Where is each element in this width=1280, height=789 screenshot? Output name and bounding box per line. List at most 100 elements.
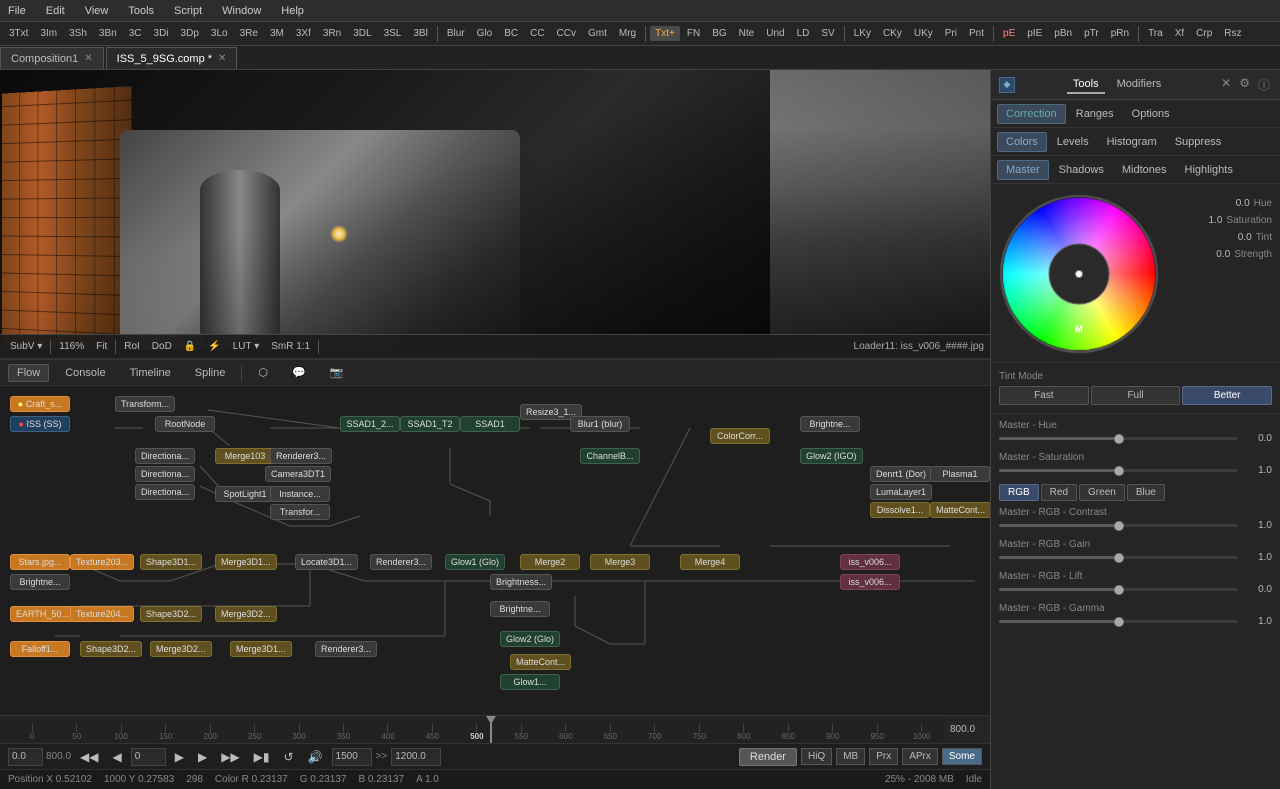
rh-close-icon[interactable]: ✕ <box>1219 74 1233 95</box>
ng-camera-btn[interactable]: 📷 <box>322 364 352 381</box>
tool-3rn[interactable]: 3Rn <box>318 26 346 41</box>
tool-bg[interactable]: BG <box>707 26 731 41</box>
tool-3re[interactable]: 3Re <box>235 26 263 41</box>
node-canvas[interactable]: ● Craft_s... ● ISS (SS) Transform... Roo… <box>0 386 990 715</box>
contrast-slider-thumb[interactable] <box>1114 521 1124 531</box>
node-directional2[interactable]: Directiona... <box>135 466 195 482</box>
pb-some-btn[interactable]: Some <box>942 748 982 765</box>
ng-share-btn[interactable]: ⬡ <box>250 364 276 381</box>
tool-mrg[interactable]: Mrg <box>614 26 641 41</box>
pb-render-btn[interactable]: Render <box>739 748 797 766</box>
menu-file[interactable]: File <box>4 3 30 19</box>
node-locate3d1[interactable]: Locate3D1... <box>295 554 358 570</box>
tool-bc[interactable]: BC <box>499 26 523 41</box>
node-renderer3b[interactable]: Renderer3... <box>370 554 432 570</box>
tab-composition1[interactable]: Composition1 ✕ <box>0 47 104 69</box>
tool-pie[interactable]: pIE <box>1022 26 1047 41</box>
node-iss[interactable]: ● ISS (SS) <box>10 416 70 432</box>
tool-und[interactable]: Und <box>761 26 789 41</box>
color-wheel[interactable]: M <box>999 194 1159 354</box>
node-stars[interactable]: Stars.jpg... <box>10 554 70 570</box>
node-brightness1[interactable]: Brightne... <box>800 416 860 432</box>
tool-prn[interactable]: pRn <box>1106 26 1134 41</box>
tool-sv[interactable]: SV <box>816 26 839 41</box>
tm-fast-btn[interactable]: Fast <box>999 386 1089 405</box>
tool-tra[interactable]: Tra <box>1143 26 1168 41</box>
cc-highlights-btn[interactable]: Highlights <box>1177 161 1241 179</box>
pb-end-btn[interactable]: ▶▮ <box>249 749 275 765</box>
tool-3bn[interactable]: 3Bn <box>94 26 122 41</box>
tool-ptr[interactable]: pTr <box>1079 26 1104 41</box>
node-merge3d1b[interactable]: Merge3D1... <box>215 554 277 570</box>
node-shape3d22[interactable]: Shape3D2... <box>80 641 142 657</box>
node-texture204[interactable]: Texture204... <box>70 606 134 622</box>
node-iss-v006b[interactable]: iss_v006... <box>840 574 900 590</box>
node-lumalayer1[interactable]: LumaLayer1 <box>870 484 932 500</box>
tool-3txt[interactable]: 3Txt <box>4 26 33 41</box>
sat-slider-thumb[interactable] <box>1114 466 1124 476</box>
tool-nte[interactable]: Nte <box>734 26 760 41</box>
gain-slider-track[interactable] <box>999 556 1238 559</box>
node-rootnode[interactable]: RootNode <box>155 416 215 432</box>
rgb-tab-btn[interactable]: RGB <box>999 484 1039 501</box>
tool-3im[interactable]: 3Im <box>35 26 62 41</box>
node-directional3[interactable]: Directiona... <box>135 484 195 500</box>
tm-better-btn[interactable]: Better <box>1182 386 1272 405</box>
tool-rsz[interactable]: Rsz <box>1219 26 1246 41</box>
cc-shadows-btn[interactable]: Shadows <box>1051 161 1112 179</box>
node-dissolve1[interactable]: Dissolve1... <box>870 502 930 518</box>
node-merge2[interactable]: Merge2 <box>520 554 580 570</box>
tm-full-btn[interactable]: Full <box>1091 386 1181 405</box>
ng-tab-flow[interactable]: Flow <box>8 364 49 382</box>
menu-tools[interactable]: Tools <box>124 3 158 19</box>
rh-gear-icon[interactable]: ⚙ <box>1237 74 1252 95</box>
pb-end2-input[interactable] <box>391 748 441 766</box>
pb-skip-fwd[interactable]: ▶▶ <box>216 749 244 765</box>
node-brightness3[interactable]: Brightne... <box>490 601 550 617</box>
tool-3sl[interactable]: 3SL <box>379 26 407 41</box>
panel-icon[interactable]: ◆ <box>999 77 1015 93</box>
node-ssad1-t2[interactable]: SSAD1_T2 <box>400 416 460 432</box>
rt-correction-btn[interactable]: Correction <box>997 104 1066 124</box>
node-texture203[interactable]: Texture203... <box>70 554 134 570</box>
node-transform1[interactable]: Transform... <box>115 396 175 412</box>
fit-btn[interactable]: Fit <box>92 340 111 353</box>
contrast-slider-track[interactable] <box>999 524 1238 527</box>
node-denrt1[interactable]: Denrt1 (Dor) <box>870 466 932 482</box>
tool-blur[interactable]: Blur <box>442 26 470 41</box>
node-shape3d2[interactable]: Shape3D2... <box>140 606 202 622</box>
tool-3bl[interactable]: 3Bl <box>408 26 432 41</box>
node-channelb[interactable]: ChannelB... <box>580 448 640 464</box>
pb-hiq-btn[interactable]: HiQ <box>801 748 832 765</box>
node-renderer3c[interactable]: Renderer3... <box>315 641 377 657</box>
roi-btn[interactable]: RoI <box>120 340 144 353</box>
ng-tab-spline[interactable]: Spline <box>187 365 234 381</box>
cc-midtones-btn[interactable]: Midtones <box>1114 161 1175 179</box>
tab-iss-close[interactable]: ✕ <box>218 53 226 64</box>
tool-3sh[interactable]: 3Sh <box>64 26 92 41</box>
node-merge4[interactable]: Merge4 <box>680 554 740 570</box>
rh-tab-modifiers[interactable]: Modifiers <box>1111 76 1168 94</box>
tool-pnt[interactable]: Pnt <box>964 26 989 41</box>
zoom-btn[interactable]: 116% <box>55 340 88 353</box>
pb-mb-btn[interactable]: MB <box>836 748 865 765</box>
pb-play[interactable]: ▶ <box>170 749 189 765</box>
tool-3c[interactable]: 3C <box>124 26 147 41</box>
pb-aprx-btn[interactable]: APrx <box>902 748 938 765</box>
blue-tab-btn[interactable]: Blue <box>1127 484 1165 501</box>
node-glow2-igo[interactable]: Glow2 (IGO) <box>800 448 863 464</box>
pb-audio[interactable]: 🔊 <box>303 749 328 765</box>
hue-slider-thumb[interactable] <box>1114 434 1124 444</box>
tool-3lo[interactable]: 3Lo <box>206 26 233 41</box>
tool-pe[interactable]: pE <box>998 26 1020 41</box>
node-craft[interactable]: ● Craft_s... <box>10 396 70 412</box>
dod-btn[interactable]: DoD <box>148 340 176 353</box>
tool-fn[interactable]: FN <box>682 26 705 41</box>
node-instance[interactable]: Instance... <box>270 486 330 502</box>
node-camera3dt1[interactable]: Camera3DT1 <box>265 466 331 482</box>
node-renderer3a[interactable]: Renderer3... <box>270 448 332 464</box>
rt-ranges-btn[interactable]: Ranges <box>1068 105 1122 123</box>
pb-prx-btn[interactable]: Prx <box>869 748 898 765</box>
ng-tab-console[interactable]: Console <box>57 365 113 381</box>
node-brightness-c[interactable]: Brightne... <box>10 574 70 590</box>
